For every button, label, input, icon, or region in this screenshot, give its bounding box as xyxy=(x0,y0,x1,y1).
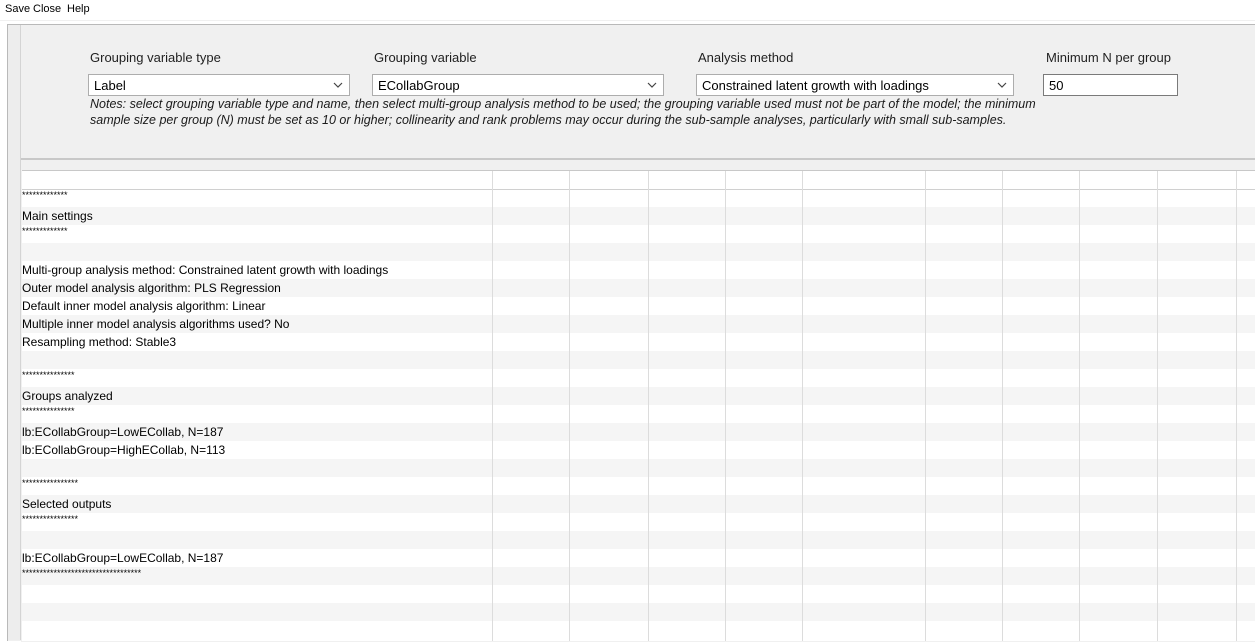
column-divider xyxy=(1236,171,1237,641)
table-row[interactable] xyxy=(22,351,1255,369)
grouping-variable-select[interactable]: ECollabGroup xyxy=(372,74,664,96)
min-n-label: Minimum N per group xyxy=(1046,50,1171,65)
table-row[interactable] xyxy=(22,603,1255,621)
grouping-type-select[interactable]: Label xyxy=(88,74,350,96)
cell-text: Default inner model analysis algorithm: … xyxy=(22,299,266,313)
grouping-type-label: Grouping variable type xyxy=(90,50,221,65)
table-row[interactable] xyxy=(22,459,1255,477)
min-n-value: 50 xyxy=(1049,78,1064,93)
analysis-method-select[interactable]: Constrained latent growth with loadings xyxy=(696,74,1014,96)
table-row[interactable]: Outer model analysis algorithm: PLS Regr… xyxy=(22,279,1255,297)
table-row[interactable]: Resampling method: Stable3 xyxy=(22,333,1255,351)
table-row[interactable]: Multi-group analysis method: Constrained… xyxy=(22,261,1255,279)
output-grid[interactable]: ************* Main settings ************* M… xyxy=(22,170,1255,641)
cell-text: Multi-group analysis method: Constrained… xyxy=(22,263,389,277)
table-row[interactable]: lb:ECollabGroup=LowECollab, N=187 xyxy=(22,423,1255,441)
cell-text: lb:ECollabGroup=LowECollab, N=187 xyxy=(22,551,224,565)
table-row[interactable]: *************** xyxy=(22,405,1255,423)
grid-header-row xyxy=(22,171,1255,190)
grouping-type-value: Label xyxy=(94,78,126,93)
cell-text: Outer model analysis algorithm: PLS Regr… xyxy=(22,281,281,295)
notes-text: Notes: select grouping variable type and… xyxy=(90,96,1245,128)
notes-line-1: Notes: select grouping variable type and… xyxy=(90,97,1036,111)
analysis-method-label: Analysis method xyxy=(698,50,794,65)
table-row[interactable]: ********************************** xyxy=(22,567,1255,585)
cell-text: lb:ECollabGroup=LowECollab, N=187 xyxy=(22,425,224,439)
chevron-down-icon xyxy=(997,82,1007,88)
menu-help[interactable]: Help xyxy=(67,3,90,15)
table-row[interactable] xyxy=(22,585,1255,603)
grouping-variable-label: Grouping variable xyxy=(374,50,477,65)
column-divider xyxy=(802,171,803,641)
analysis-method-value: Constrained latent growth with loadings xyxy=(702,78,929,93)
column-divider xyxy=(1079,171,1080,641)
cell-text: **************** xyxy=(22,514,79,524)
table-row[interactable]: lb:ECollabGroup=HighECollab, N=113 xyxy=(22,441,1255,459)
chevron-down-icon xyxy=(333,82,343,88)
cell-text: ************* xyxy=(22,226,68,236)
cell-text: ********************************** xyxy=(22,568,142,578)
table-row[interactable]: **************** xyxy=(22,477,1255,495)
table-row[interactable] xyxy=(22,531,1255,549)
cell-text: Main settings xyxy=(22,209,93,223)
table-row[interactable]: Default inner model analysis algorithm: … xyxy=(22,297,1255,315)
chevron-down-icon xyxy=(647,82,657,88)
column-divider xyxy=(569,171,570,641)
menu-close[interactable]: Close xyxy=(33,3,61,15)
table-row[interactable]: Selected outputs xyxy=(22,495,1255,513)
cell-text: *************** xyxy=(22,406,75,416)
table-row[interactable]: ************* xyxy=(22,225,1255,243)
table-row[interactable]: ************* xyxy=(22,189,1255,207)
cell-text: lb:ECollabGroup=HighECollab, N=113 xyxy=(22,443,226,457)
column-divider xyxy=(492,171,493,641)
column-divider xyxy=(1157,171,1158,641)
notes-line-2: sample size per group (N) must be set as… xyxy=(90,113,1007,127)
min-n-input[interactable]: 50 xyxy=(1043,74,1178,96)
cell-text: Resampling method: Stable3 xyxy=(22,335,177,349)
cell-text: *************** xyxy=(22,370,75,380)
cell-text: **************** xyxy=(22,478,79,488)
table-row[interactable]: Multiple inner model analysis algorithms… xyxy=(22,315,1255,333)
table-row[interactable]: **************** xyxy=(22,513,1255,531)
column-divider xyxy=(925,171,926,641)
cell-text: Groups analyzed xyxy=(22,389,113,403)
menu-bar: Save Close Help xyxy=(0,0,1255,21)
column-divider xyxy=(1002,171,1003,641)
menu-save[interactable]: Save xyxy=(5,3,30,15)
left-gutter xyxy=(8,25,21,640)
cell-text: Selected outputs xyxy=(22,497,112,511)
column-divider xyxy=(648,171,649,641)
table-row[interactable]: Main settings xyxy=(22,207,1255,225)
column-divider xyxy=(725,171,726,641)
table-row[interactable]: *************** xyxy=(22,369,1255,387)
grouping-variable-value: ECollabGroup xyxy=(378,78,460,93)
table-row[interactable] xyxy=(22,243,1255,261)
table-row[interactable]: lb:ECollabGroup=LowECollab, N=187 xyxy=(22,549,1255,567)
cell-text: Multiple inner model analysis algorithms… xyxy=(22,317,290,331)
cell-text: ************* xyxy=(22,190,68,200)
table-row[interactable]: Groups analyzed xyxy=(22,387,1255,405)
